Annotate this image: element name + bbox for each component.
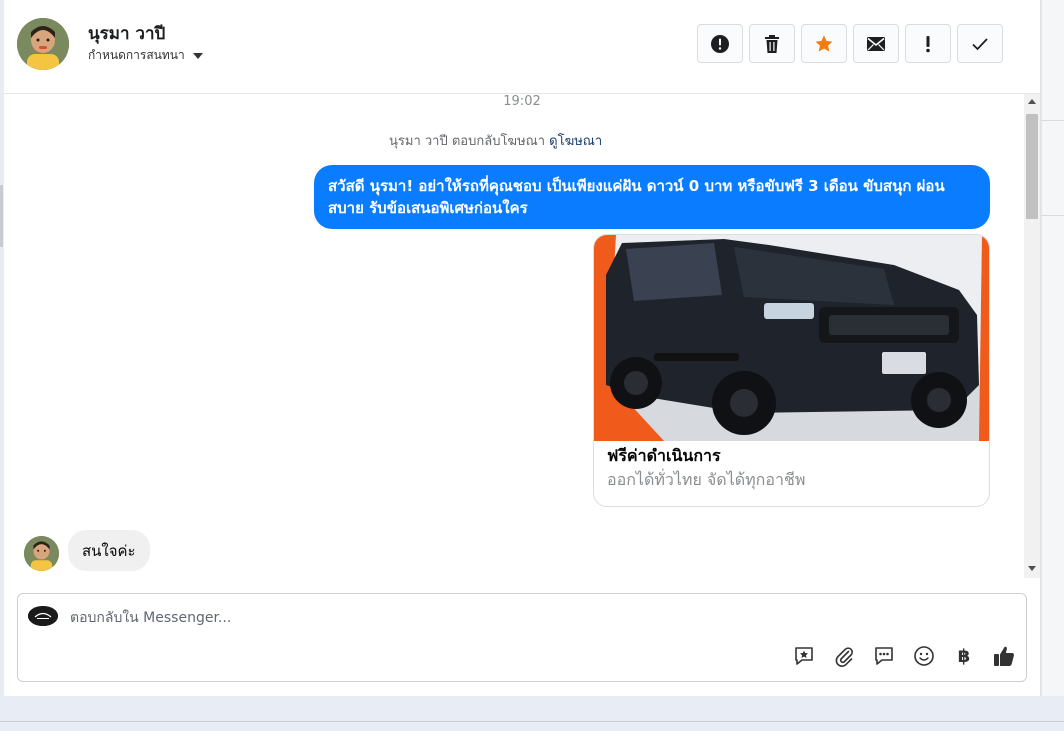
conversation-panel: นุรมา วาปี กำหนดการสนทนา 19:02 นุรมา วาป… xyxy=(4,0,1041,696)
baht-icon: ฿ xyxy=(957,645,971,667)
scroll-up-arrow-icon[interactable] xyxy=(1028,99,1036,104)
message-timestamp: 19:02 xyxy=(503,94,541,109)
view-ad-link[interactable]: ดูโฆษณา xyxy=(549,134,602,149)
assign-label: กำหนดการสนทนา xyxy=(88,48,185,62)
mark-unread-button[interactable] xyxy=(853,24,899,63)
ad-card[interactable]: ฟรีค่าดำเนินการ ออกได้ทั่วไทย จัดได้ทุกอ… xyxy=(593,234,990,507)
exclamation-icon xyxy=(926,35,930,52)
scrollbar-thumb[interactable] xyxy=(1026,114,1038,219)
sender-avatar xyxy=(24,536,59,571)
mark-spam-button[interactable] xyxy=(697,24,743,63)
ad-card-subtitle: ออกได้ทั่วไทย จัดได้ทุกอาชีพ xyxy=(607,470,806,489)
side-panel-divider xyxy=(1042,215,1064,216)
saved-reply-button[interactable] xyxy=(792,644,816,668)
header-actions xyxy=(697,24,1003,63)
star-button[interactable] xyxy=(801,24,847,63)
ad-reply-note-text: นุรมา วาปี ตอบกลับโฆษณา xyxy=(389,134,546,149)
like-button[interactable] xyxy=(992,644,1016,668)
message-thread[interactable]: 19:02 นุรมา วาปี ตอบกลับโฆษณา ดูโฆษณา สว… xyxy=(4,94,1024,578)
ad-card-title: ฟรีค่าดำเนินการ xyxy=(607,446,721,465)
reply-input[interactable] xyxy=(70,606,770,630)
thread-scrollbar[interactable] xyxy=(1024,94,1040,578)
follow-up-button[interactable] xyxy=(905,24,951,63)
envelope-icon xyxy=(867,36,885,51)
alert-circle-icon xyxy=(711,34,729,53)
thumbs-up-icon xyxy=(994,646,1014,666)
side-panel-divider xyxy=(1042,120,1064,121)
check-icon xyxy=(972,37,988,50)
ad-reply-note: นุรมา วาปี ตอบกลับโฆษณา ดูโฆษณา xyxy=(389,130,602,151)
outgoing-message-bubble: สวัสดี นุรมา! อย่าให้รถที่คุณชอบ เป็นเพี… xyxy=(314,165,990,229)
payment-button[interactable]: ฿ xyxy=(952,644,976,668)
delete-button[interactable] xyxy=(749,24,795,63)
side-panel-edge xyxy=(1041,0,1064,696)
star-icon xyxy=(815,35,833,52)
chat-bubble-icon xyxy=(875,647,893,665)
incoming-message-bubble: สนใจค่ะ xyxy=(68,530,150,571)
quick-reply-button[interactable] xyxy=(872,644,896,668)
emoji-button[interactable] xyxy=(912,644,936,668)
attachment-icon xyxy=(835,647,853,667)
ad-card-image xyxy=(594,235,989,441)
conversation-header: นุรมา วาปี กำหนดการสนทนา xyxy=(4,0,1040,94)
mark-done-button[interactable] xyxy=(957,24,1003,63)
emoji-icon xyxy=(914,646,934,666)
bottom-divider xyxy=(0,721,1064,722)
left-panel-handle[interactable] xyxy=(0,185,3,247)
assign-conversation-dropdown[interactable]: กำหนดการสนทนา xyxy=(88,46,203,65)
attach-file-button[interactable] xyxy=(832,644,856,668)
page-logo-icon xyxy=(28,606,58,626)
caret-down-icon xyxy=(192,53,203,59)
scroll-down-arrow-icon[interactable] xyxy=(1028,566,1036,571)
saved-reply-icon xyxy=(795,647,813,665)
message-composer: ฿ xyxy=(17,593,1027,682)
trash-icon xyxy=(765,34,779,53)
contact-name[interactable]: นุรมา วาปี xyxy=(88,20,165,47)
bottom-bar xyxy=(0,697,1064,731)
contact-avatar[interactable] xyxy=(17,18,69,70)
composer-tools: ฿ xyxy=(792,644,1016,668)
